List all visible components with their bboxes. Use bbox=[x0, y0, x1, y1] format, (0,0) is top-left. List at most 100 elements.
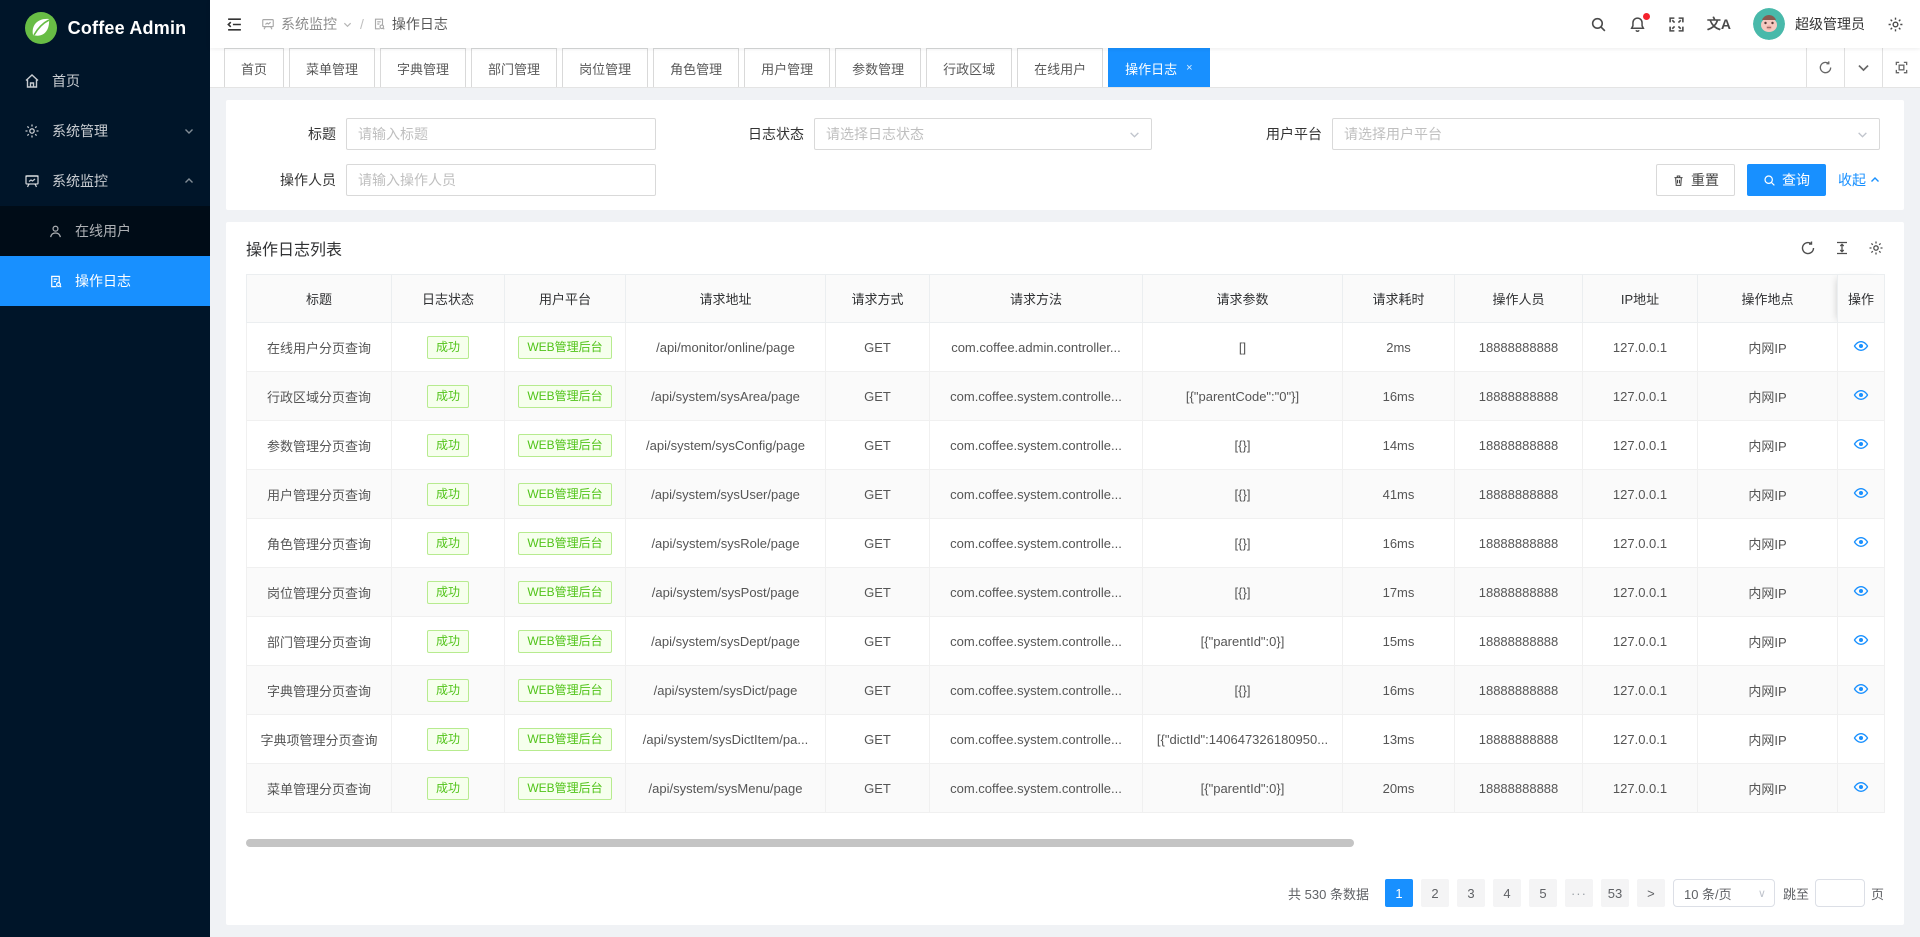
search-button[interactable]: 查询 bbox=[1747, 164, 1826, 196]
tab-item-1[interactable]: 菜单管理 bbox=[289, 48, 375, 87]
pager-ellipsis[interactable]: ··· bbox=[1565, 879, 1593, 907]
cell-title: 字典项管理分页查询 bbox=[247, 715, 392, 764]
sidebar-item-home[interactable]: 首页 bbox=[0, 56, 210, 106]
tab-item-2[interactable]: 字典管理 bbox=[380, 48, 466, 87]
tab-item-10[interactable]: 操作日志× bbox=[1108, 48, 1209, 87]
tab-item-5[interactable]: 角色管理 bbox=[653, 48, 739, 87]
user-menu[interactable]: 超级管理员 bbox=[1753, 8, 1865, 40]
cell-method: GET bbox=[826, 568, 930, 617]
cell-params: [{}] bbox=[1143, 568, 1343, 617]
cell-operator: 18888888888 bbox=[1455, 666, 1583, 715]
tab-item-3[interactable]: 部门管理 bbox=[471, 48, 557, 87]
tab-bar: 首页菜单管理字典管理部门管理岗位管理 角色管理 用户管理参数管理 行政区域 在线用户操作… bbox=[210, 48, 1920, 88]
tab-item-7[interactable]: 参数管理 bbox=[835, 48, 921, 87]
status-badge: 成功 bbox=[427, 434, 469, 457]
trash-icon bbox=[1672, 174, 1685, 187]
tab-label: 角色管理 bbox=[670, 59, 722, 78]
view-detail-button[interactable] bbox=[1853, 436, 1869, 452]
tab-home[interactable]: 首页 bbox=[224, 48, 284, 87]
view-eye-icon bbox=[1853, 730, 1869, 746]
cell-location: 内网IP bbox=[1698, 568, 1838, 617]
tab-close-icon[interactable]: × bbox=[1186, 62, 1192, 74]
horizontal-scrollbar[interactable] bbox=[246, 839, 1354, 847]
cell-method: GET bbox=[826, 764, 930, 813]
platform-badge: WEB管理后台 bbox=[518, 630, 611, 653]
horizontal-scrollbar-track bbox=[246, 839, 1884, 847]
refresh-icon[interactable] bbox=[1806, 48, 1844, 87]
sidebar-item-operation-log[interactable]: 操作日志 bbox=[0, 256, 210, 306]
breadcrumb-parent-label: 系统监控 bbox=[281, 14, 337, 34]
view-detail-button[interactable] bbox=[1853, 485, 1869, 501]
pager-page-2[interactable]: 2 bbox=[1421, 879, 1449, 907]
column-settings-gear-icon[interactable] bbox=[1868, 240, 1884, 256]
reset-button[interactable]: 重置 bbox=[1656, 164, 1735, 196]
status-badge: 成功 bbox=[427, 385, 469, 408]
pager-page-3[interactable]: 3 bbox=[1457, 879, 1485, 907]
breadcrumb-parent[interactable]: 系统监控 bbox=[261, 14, 352, 34]
tab-label: 行政区域 bbox=[943, 59, 995, 78]
settings-gear-icon[interactable] bbox=[1887, 16, 1904, 33]
pager-page-4[interactable]: 4 bbox=[1493, 879, 1521, 907]
page-size-value: 10 条/页 bbox=[1684, 884, 1732, 903]
sidebar-collapse-icon[interactable] bbox=[226, 16, 243, 33]
status-badge: 成功 bbox=[427, 728, 469, 751]
view-detail-button[interactable] bbox=[1853, 730, 1869, 746]
table-row: 角色管理分页查询成功WEB管理后台/api/system/sysRole/pag… bbox=[247, 519, 1885, 568]
search-icon[interactable] bbox=[1590, 16, 1607, 33]
platform-badge: WEB管理后台 bbox=[518, 385, 611, 408]
cell-params: [{"parentCode":"0"}] bbox=[1143, 372, 1343, 421]
pager-page-1[interactable]: 1 bbox=[1385, 879, 1413, 907]
cell-title: 部门管理分页查询 bbox=[247, 617, 392, 666]
search-icon bbox=[1763, 174, 1776, 187]
user-platform-select[interactable]: 请选择用户平台 bbox=[1332, 118, 1880, 150]
view-detail-button[interactable] bbox=[1853, 583, 1869, 599]
view-eye-icon bbox=[1853, 534, 1869, 550]
sidebar-item-system-monitor[interactable]: 系统监控 bbox=[0, 156, 210, 206]
jump-page-input[interactable] bbox=[1815, 879, 1865, 907]
tab-item-4[interactable]: 岗位管理 bbox=[562, 48, 648, 87]
chevron-down-icon[interactable] bbox=[1844, 48, 1882, 87]
fullscreen-icon[interactable] bbox=[1668, 16, 1685, 33]
sidebar-item-system-management[interactable]: 系统管理 bbox=[0, 106, 210, 156]
pager-page-53[interactable]: 53 bbox=[1601, 879, 1629, 907]
translate-icon[interactable]: 文A bbox=[1707, 14, 1731, 34]
cell-params: [{"parentId":0}] bbox=[1143, 617, 1343, 666]
operator-filter-input[interactable] bbox=[346, 164, 656, 196]
view-detail-button[interactable] bbox=[1853, 779, 1869, 795]
view-detail-button[interactable] bbox=[1853, 534, 1869, 550]
table-row: 在线用户分页查询成功WEB管理后台/api/monitor/online/pag… bbox=[247, 323, 1885, 372]
cell-method: GET bbox=[826, 519, 930, 568]
cell-action bbox=[1838, 764, 1885, 813]
log-status-select[interactable]: 请选择日志状态 bbox=[814, 118, 1152, 150]
collapse-filters-link[interactable]: 收起 bbox=[1838, 170, 1880, 190]
tab-item-9[interactable]: 在线用户 bbox=[1017, 48, 1103, 87]
cell-duration: 16ms bbox=[1343, 519, 1455, 568]
cell-platform: WEB管理后台 bbox=[505, 617, 626, 666]
cell-title: 岗位管理分页查询 bbox=[247, 568, 392, 617]
row-height-icon[interactable] bbox=[1834, 240, 1850, 256]
view-detail-button[interactable] bbox=[1853, 632, 1869, 648]
tab-item-8[interactable]: 行政区域 bbox=[926, 48, 1012, 87]
cell-title: 字典管理分页查询 bbox=[247, 666, 392, 715]
view-eye-icon bbox=[1853, 583, 1869, 599]
cell-duration: 13ms bbox=[1343, 715, 1455, 764]
notification-bell-icon[interactable] bbox=[1629, 16, 1646, 33]
cell-location: 内网IP bbox=[1698, 666, 1838, 715]
cell-params: [{}] bbox=[1143, 470, 1343, 519]
pager-page-5[interactable]: 5 bbox=[1529, 879, 1557, 907]
cell-status: 成功 bbox=[392, 568, 505, 617]
view-detail-button[interactable] bbox=[1853, 681, 1869, 697]
maximize-icon[interactable] bbox=[1882, 48, 1920, 87]
cell-title: 角色管理分页查询 bbox=[247, 519, 392, 568]
view-eye-icon bbox=[1853, 387, 1869, 403]
view-detail-button[interactable] bbox=[1853, 387, 1869, 403]
next-page-button[interactable]: > bbox=[1637, 879, 1665, 907]
sidebar-item-online-users[interactable]: 在线用户 bbox=[0, 206, 210, 256]
page-size-select[interactable]: 10 条/页 ∨ bbox=[1673, 879, 1775, 907]
view-detail-button[interactable] bbox=[1853, 338, 1869, 354]
title-filter-input[interactable] bbox=[346, 118, 656, 150]
sidebar-item-label: 系统管理 bbox=[52, 121, 172, 141]
tab-item-6[interactable]: 用户管理 bbox=[744, 48, 830, 87]
refresh-icon[interactable] bbox=[1800, 240, 1816, 256]
app-logo[interactable]: Coffee Admin bbox=[0, 0, 210, 56]
